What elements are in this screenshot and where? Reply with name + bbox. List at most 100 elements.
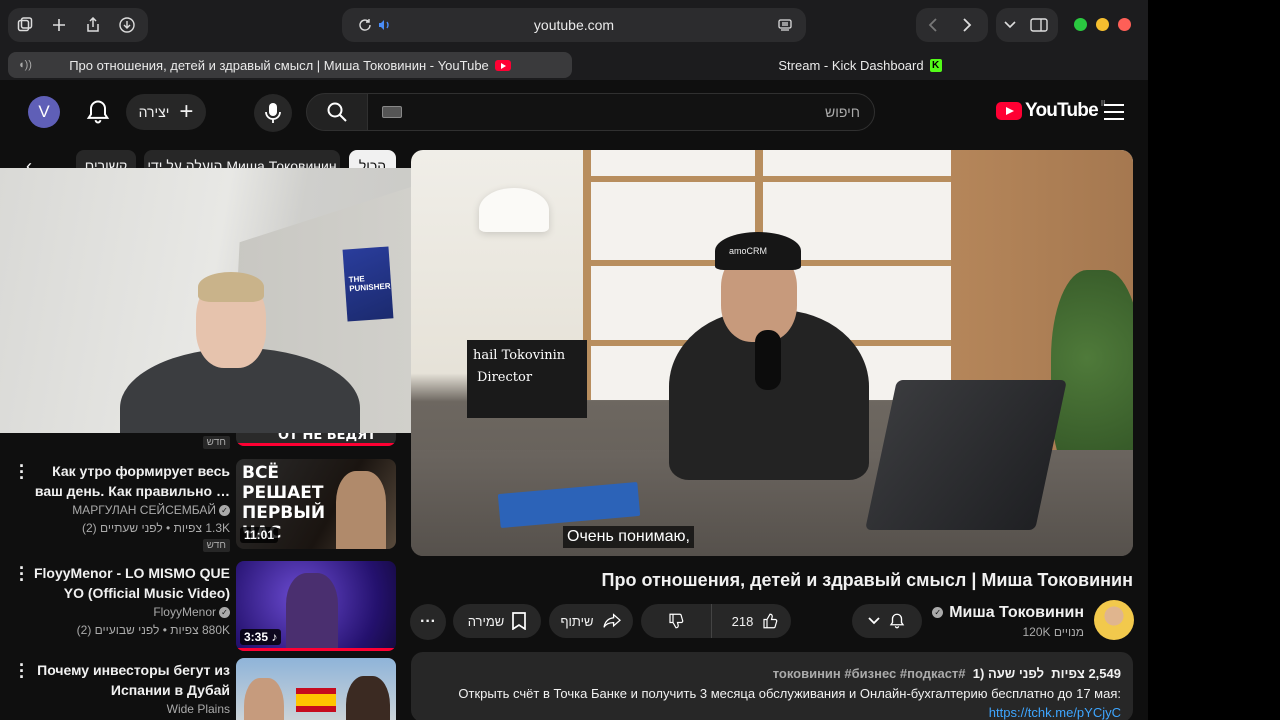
description-box[interactable]: 2,549 צפיות לפני שעה (1 #токовинин #бизн… [411, 652, 1133, 720]
like-dislike-group: 218 [641, 604, 791, 638]
thumbnail-person [286, 573, 338, 651]
account-avatar[interactable]: V [28, 96, 60, 128]
forward-icon[interactable] [950, 8, 984, 42]
notifications-bell-icon[interactable] [84, 98, 112, 126]
video-title[interactable]: FloyyMenor - LO MISMO QUE YO (Official M… [30, 563, 230, 603]
more-actions-icon[interactable]: · · · [18, 559, 26, 589]
search-input[interactable]: חיפוש [367, 93, 875, 131]
tab-tools-group [996, 8, 1058, 42]
webcam-overlay: THE PUNISHER [0, 168, 469, 433]
new-tab-icon[interactable] [42, 8, 76, 42]
bell-icon [889, 613, 905, 629]
share-button[interactable]: שיתוף [549, 604, 633, 638]
hashtags[interactable]: #токовинин #бизнес #подкаст [773, 666, 966, 681]
search-icon [327, 102, 347, 122]
channel-name-text: Миша Токовинин [949, 604, 1084, 621]
like-count: 218 [731, 613, 754, 629]
tab-bar: ◖)) Про отношения, детей и здравый смысл… [0, 50, 1148, 80]
voice-search-button[interactable] [254, 94, 292, 132]
address-bar[interactable]: youtube.com [342, 8, 806, 42]
description-text: Открыть счёт в Точка Банке и получить 3 … [458, 686, 1121, 701]
channel-name[interactable]: Wide Plains [167, 702, 230, 716]
duration-badge: 11:01 [240, 527, 279, 543]
thumbs-up-icon [763, 613, 778, 629]
menu-icon[interactable] [1104, 104, 1124, 120]
duration-badge: 3:35 ♪ [240, 629, 282, 645]
video-title[interactable]: Почему инвесторы бегут из Испании в Дуба… [30, 660, 230, 700]
tab-kick-title: Stream - Kick Dashboard [778, 57, 924, 73]
split-view-icon[interactable] [1024, 8, 1054, 42]
share-label: שיתוף [560, 613, 594, 629]
video-title[interactable]: Как утро формирует весь ваш день. Как пр… [30, 461, 230, 501]
plus-icon: + [179, 98, 194, 125]
video-title-main: Про отношения, детей и здравый смысл | М… [601, 570, 1133, 590]
more-actions-icon[interactable]: · · · [18, 457, 26, 487]
audio-playing-icon[interactable] [368, 8, 402, 42]
reader-mode-icon[interactable] [768, 8, 802, 42]
more-actions-icon[interactable]: · · · [18, 656, 26, 686]
microphone-icon [265, 103, 281, 123]
video-meta: 1.3K צפיות • לפני שעתיים (2) [81, 521, 230, 535]
tab-youtube[interactable]: ◖)) Про отношения, детей и здравый смысл… [8, 52, 572, 78]
subscription-button[interactable] [852, 604, 922, 638]
share-icon[interactable] [76, 8, 110, 42]
video-thumbnail[interactable]: 3:35 ♪ [236, 561, 396, 651]
close-button[interactable] [1118, 18, 1131, 31]
lamp [479, 188, 549, 232]
maximize-button[interactable] [1074, 18, 1087, 31]
video-player[interactable]: hail Tokovinin Director amoCRM [411, 150, 1133, 556]
channel-name-text: FloyyMenor [153, 605, 216, 619]
upload-time: לפני שעה (1 [972, 666, 1045, 681]
keyboard-icon[interactable] [382, 106, 402, 118]
like-button[interactable]: 218 [720, 604, 791, 638]
watch-progress [236, 648, 396, 651]
navigation-group [916, 8, 988, 42]
youtube-play-logo-icon [996, 102, 1022, 120]
back-icon[interactable] [916, 8, 950, 42]
dislike-button[interactable] [641, 604, 713, 638]
subscriber-count: 120K מנויים [1022, 625, 1084, 639]
save-button[interactable]: שמירה [453, 604, 541, 638]
thumbnail-person [336, 471, 386, 549]
more-options-button[interactable]: ··· [410, 604, 446, 640]
description-link[interactable]: https://tchk.me/pYCjyC [989, 705, 1121, 720]
duration-text: 3:35 [244, 630, 269, 644]
channel-name-main[interactable]: ✓ Миша Токовинин [932, 604, 1084, 622]
verified-icon: ✓ [932, 607, 944, 619]
new-badge: חדש [202, 539, 230, 552]
list-item[interactable]: · · · Почему инвесторы бегут из Испании в … [0, 656, 400, 720]
youtube-logo-text: YouTube [1025, 100, 1099, 121]
video-thumbnail[interactable]: ВСЁ РЕШАЕТ ПЕРВЫЙ ЧАС 11:01 [236, 459, 396, 549]
verified-icon: ✓ [219, 607, 230, 619]
thumbs-down-icon [669, 613, 684, 629]
chair-text-2: Director [477, 370, 533, 385]
chair-text-1: hail Tokovinin [473, 348, 566, 363]
youtube-logo[interactable]: YouTube IL [996, 99, 1108, 122]
laptop [865, 380, 1067, 530]
tab-audio-icon[interactable]: ◖)) [18, 59, 32, 71]
chevron-down-icon [868, 617, 880, 625]
sidebar-toggle-icon[interactable] [8, 8, 42, 42]
verified-icon: ✓ [219, 505, 230, 517]
youtube-favicon-icon [494, 59, 511, 71]
youtube-header: V יצירה + חיפוש YouTube IL [0, 80, 1148, 144]
tab-kick[interactable]: Stream - Kick Dashboard K [580, 52, 1140, 78]
list-item[interactable]: · · · Как утро формирует весь ваш день. Ка… [0, 457, 400, 553]
downloads-icon[interactable] [110, 8, 144, 42]
tab-overview-chevron-icon[interactable] [996, 8, 1024, 42]
cap-logo-text: amoCRM [729, 246, 768, 256]
search-button[interactable] [306, 93, 368, 131]
video-thumbnail[interactable] [236, 658, 396, 720]
create-button[interactable]: יצירה + [126, 94, 206, 130]
webcam-poster: THE PUNISHER [342, 246, 394, 322]
thumbnail-person [346, 676, 390, 720]
minimize-button[interactable] [1096, 18, 1109, 31]
channel-name[interactable]: МАРГУЛАН СЕЙСЕМБАЙ ✓ [72, 503, 230, 517]
bookmark-icon [512, 612, 527, 630]
channel-name[interactable]: FloyyMenor ✓ [153, 605, 230, 619]
view-count: 2,549 צפיות [1051, 666, 1121, 681]
list-item[interactable]: · · · FloyyMenor - LO MISMO QUE YO (Offici… [0, 559, 400, 655]
new-badge: חדש [202, 436, 230, 449]
channel-avatar[interactable] [1094, 600, 1134, 640]
poster-text: THE PUNISHER [348, 274, 391, 294]
